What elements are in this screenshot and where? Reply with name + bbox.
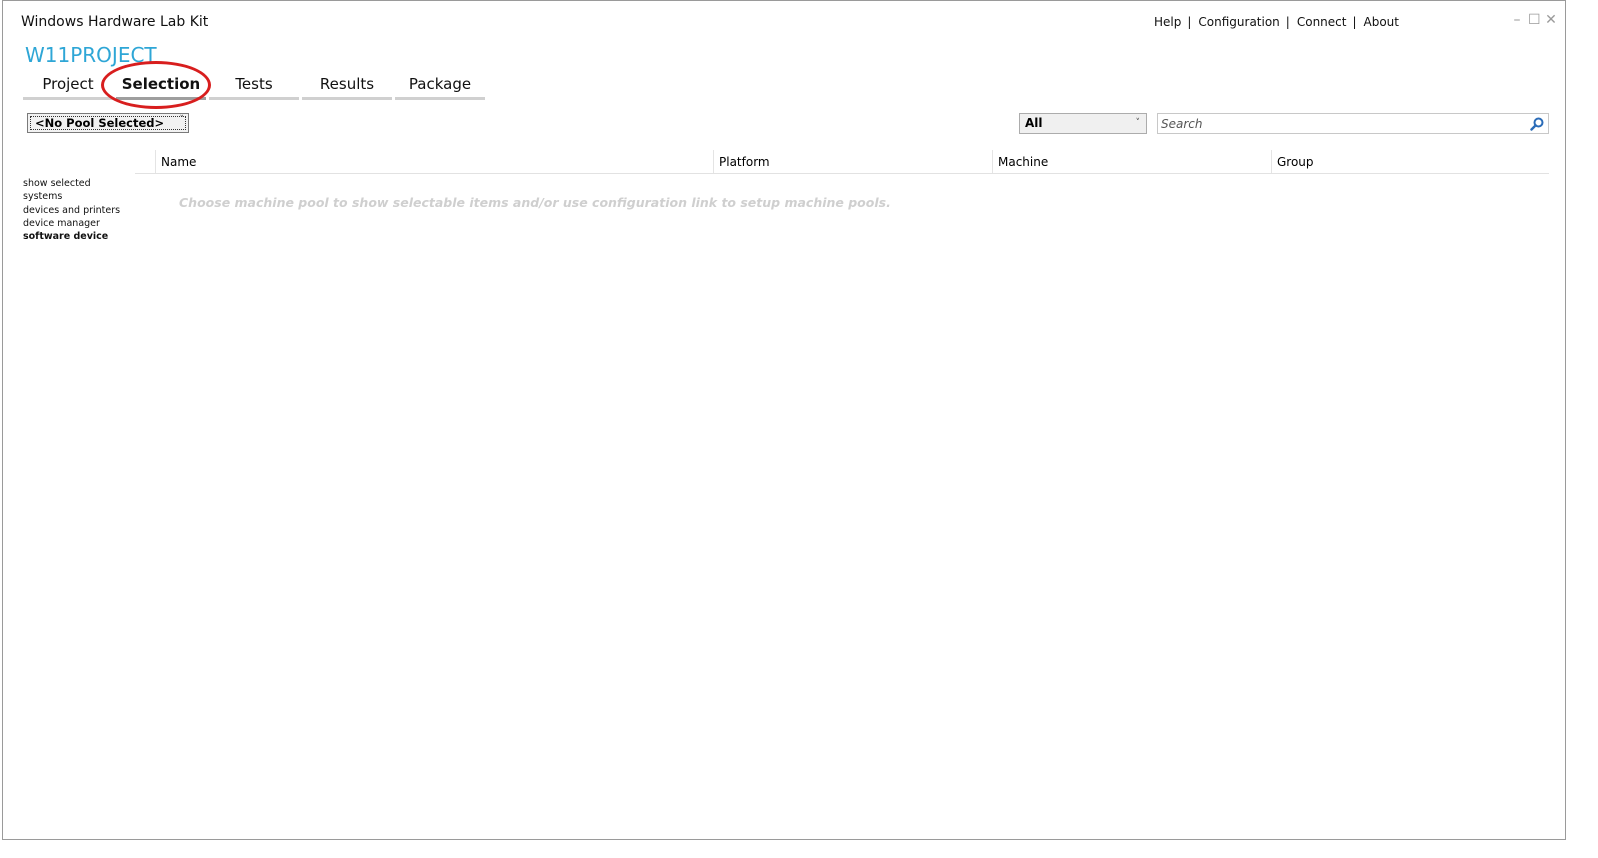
tab-project[interactable]: Project	[23, 73, 113, 100]
column-header-platform[interactable]: Platform	[713, 150, 992, 173]
link-separator: |	[1187, 15, 1192, 29]
app-title: Windows Hardware Lab Kit	[21, 14, 209, 30]
filter-device-manager[interactable]: device manager	[23, 217, 120, 230]
help-link[interactable]: Help	[1154, 15, 1181, 29]
filter-devices-and-printers[interactable]: devices and printers	[23, 204, 120, 217]
connect-link[interactable]: Connect	[1297, 15, 1347, 29]
window-controls: – ☐ ✕	[1511, 13, 1557, 27]
about-link[interactable]: About	[1364, 15, 1399, 29]
chevron-down-icon: ˅	[1135, 118, 1141, 128]
tab-selection[interactable]: Selection	[116, 73, 206, 100]
grid-header: Name Platform Machine Group	[135, 150, 1549, 174]
empty-grid-message: Choose machine pool to show selectable i…	[179, 195, 891, 210]
chevron-down-icon: ˅	[179, 115, 185, 125]
configuration-link[interactable]: Configuration	[1198, 15, 1279, 29]
column-header-name[interactable]: Name	[155, 150, 713, 173]
main-tabs: Project Selection Tests Results Package	[23, 73, 485, 100]
machine-pool-dropdown[interactable]: <No Pool Selected> ˅	[27, 113, 189, 133]
filter-systems[interactable]: systems	[23, 190, 120, 203]
project-name: W11PROJECT	[25, 43, 157, 67]
close-icon[interactable]: ✕	[1545, 13, 1557, 27]
maximize-icon[interactable]: ☐	[1528, 13, 1541, 27]
app-window: Windows Hardware Lab Kit Help | Configur…	[2, 0, 1566, 840]
search-input[interactable]	[1161, 115, 1521, 132]
filter-dropdown[interactable]: All ˅	[1019, 113, 1147, 134]
minimize-icon[interactable]: –	[1511, 13, 1523, 27]
select-column-header[interactable]	[135, 150, 155, 173]
link-separator: |	[1285, 15, 1290, 29]
machine-pool-value: <No Pool Selected>	[30, 116, 186, 130]
tab-package[interactable]: Package	[395, 73, 485, 100]
filter-value: All	[1025, 116, 1043, 130]
tab-tests[interactable]: Tests	[209, 73, 299, 100]
filter-software-device[interactable]: software device	[23, 230, 120, 243]
link-separator: |	[1352, 15, 1357, 29]
top-links: Help | Configuration | Connect | About	[1154, 15, 1399, 29]
filter-show-selected[interactable]: show selected	[23, 177, 120, 190]
column-header-machine[interactable]: Machine	[992, 150, 1271, 173]
tab-results[interactable]: Results	[302, 73, 392, 100]
column-header-group[interactable]: Group	[1271, 150, 1549, 173]
search-icon[interactable]	[1529, 116, 1545, 132]
search-box	[1157, 113, 1549, 134]
side-filter-list: show selected systems devices and printe…	[23, 177, 120, 243]
